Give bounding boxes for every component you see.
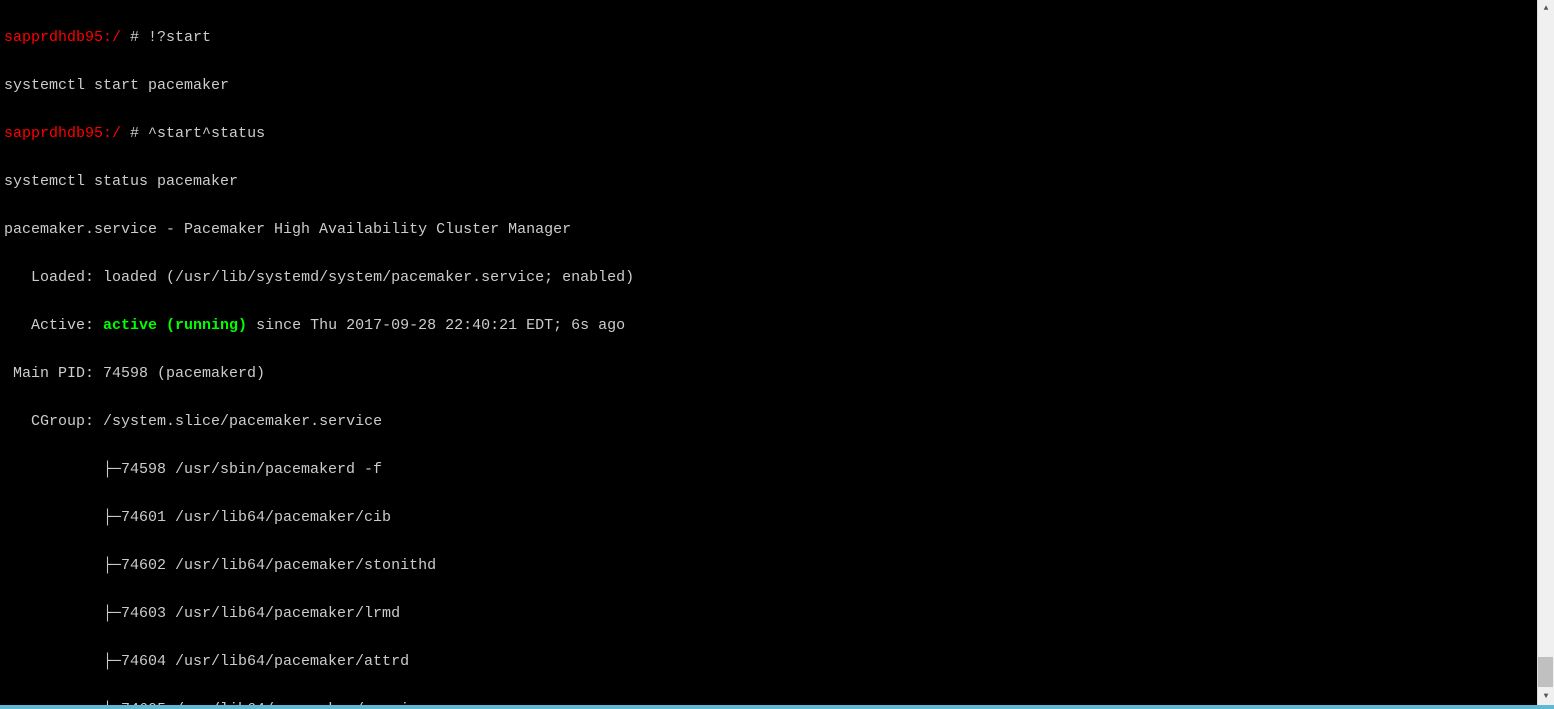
cgroup-proc: ├─74604 /usr/lib64/pacemaker/attrd [4,650,1533,674]
loaded-value: loaded (/usr/lib/systemd/system/pacemake… [103,269,634,286]
cgroup-proc: ├─74601 /usr/lib64/pacemaker/cib [4,506,1533,530]
scrollbar[interactable]: ▲ ▼ [1537,0,1554,705]
service-name: pacemaker.service - Pacemaker High Avail… [4,218,1533,242]
cgroup-proc: ├─74602 /usr/lib64/pacemaker/stonithd [4,554,1533,578]
cgroup-proc: ├─74598 /usr/sbin/pacemakerd -f [4,458,1533,482]
cgroup-proc: ├─74603 /usr/lib64/pacemaker/lrmd [4,602,1533,626]
scroll-down-button[interactable]: ▼ [1538,688,1554,705]
prompt-symbol: # [121,29,148,46]
mainpid-value: 74598 (pacemakerd) [103,365,265,382]
prompt-symbol: # [121,125,148,142]
command-text: ^start^status [148,125,265,142]
scroll-up-button[interactable]: ▲ [1538,0,1554,17]
command-expanded: systemctl status pacemaker [4,170,1533,194]
prompt-host: sapprdhdb95:/ [4,125,121,142]
loaded-label: Loaded: [4,269,103,286]
cgroup-label: CGroup: [4,413,103,430]
command-text: !?start [148,29,211,46]
active-since: since Thu 2017-09-28 22:40:21 EDT; 6s ag… [247,317,625,334]
prompt-host: sapprdhdb95:/ [4,29,121,46]
scroll-thumb[interactable] [1538,657,1553,687]
command-expanded: systemctl start pacemaker [4,74,1533,98]
mainpid-label: Main PID: [4,365,103,382]
terminal-output[interactable]: sapprdhdb95:/ # !?start systemctl start … [0,0,1537,705]
active-status: active (running) [103,317,247,334]
cgroup-value: /system.slice/pacemaker.service [103,413,382,430]
active-label: Active: [4,317,103,334]
cgroup-proc: ├─74605 /usr/lib64/pacemaker/pengine [4,698,1533,705]
